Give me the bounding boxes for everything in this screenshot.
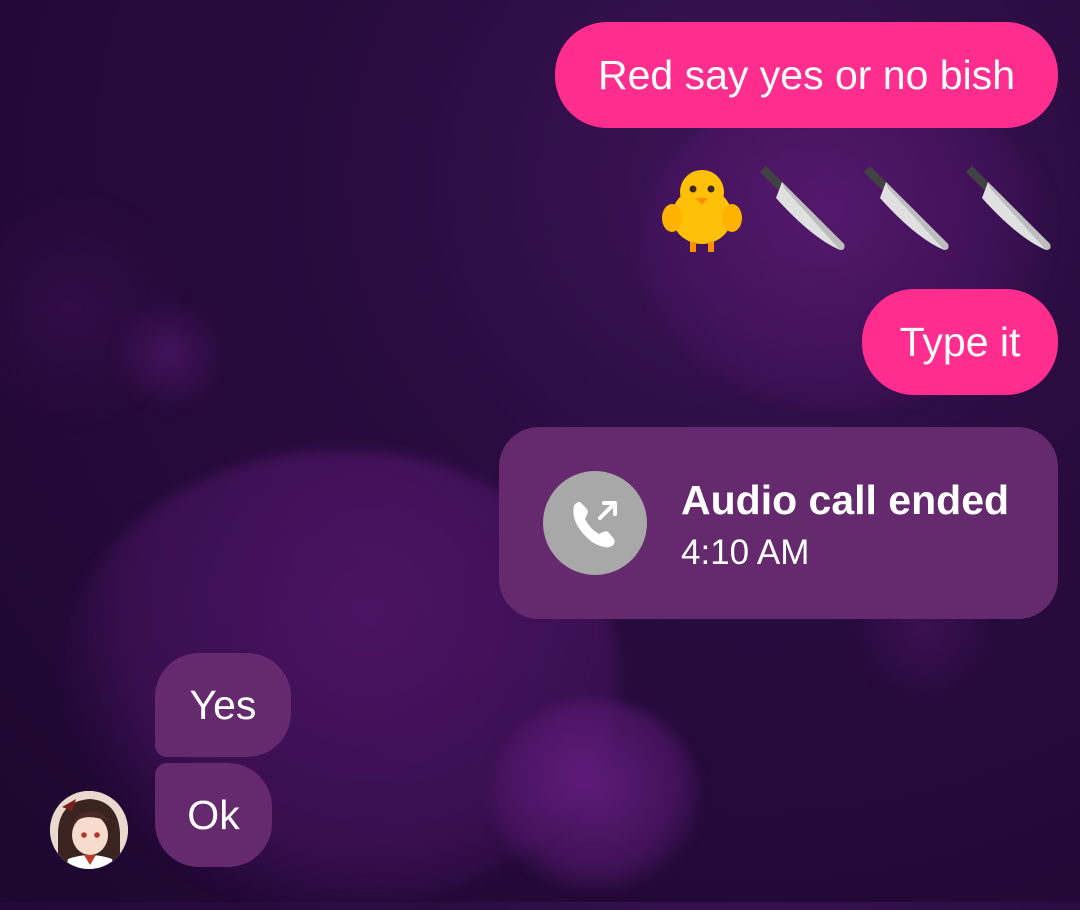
outgoing-message-bubble[interactable]: Type it: [862, 289, 1058, 395]
message-text: Ok: [187, 791, 240, 838]
call-ended-card[interactable]: Audio call ended 4:10 AM: [499, 427, 1058, 619]
incoming-message-bubble[interactable]: Yes: [155, 653, 291, 757]
kitchen-knife-emoji-icon: [966, 166, 1051, 250]
kitchen-knife-emoji-icon: [864, 166, 949, 250]
call-status-title: Audio call ended: [681, 477, 1010, 523]
message-text: Type it: [899, 318, 1021, 365]
incoming-message-bubble[interactable]: Ok: [155, 763, 272, 867]
background-heart: [490, 700, 700, 890]
outgoing-message-bubble[interactable]: Red say yes or no bish: [555, 22, 1058, 128]
emoji-message[interactable]: [652, 158, 1062, 262]
background-heart: [110, 300, 230, 410]
message-text: Red say yes or no bish: [597, 51, 1016, 98]
chick-emoji-icon: [662, 170, 742, 252]
message-text: Yes: [189, 681, 257, 728]
call-timestamp: 4:10 AM: [681, 533, 810, 572]
avatar[interactable]: [50, 791, 128, 869]
kitchen-knife-emoji-icon: [760, 166, 845, 250]
phone-outgoing-icon: [543, 471, 647, 575]
